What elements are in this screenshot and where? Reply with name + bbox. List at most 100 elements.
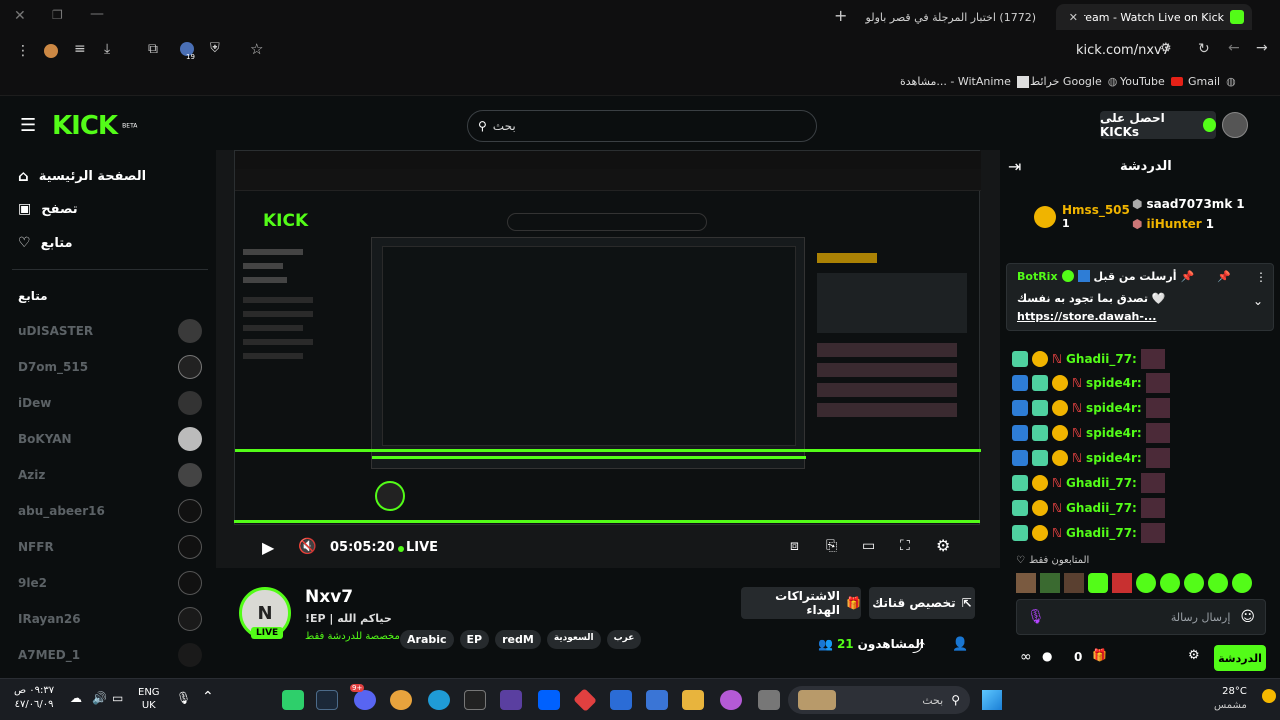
mute-icon[interactable]: 🔇 [298,537,317,555]
microphone-icon[interactable]: 🎙 [176,691,191,705]
nav-home[interactable]: ⌂ الصفحة الرئيسية [18,167,168,185]
nav-following[interactable]: ♡ متابع [18,235,168,251]
weather-widget[interactable]: 28°C مشمس [1214,685,1247,713]
steam-icon[interactable] [316,690,338,710]
file-explorer-icon[interactable] [682,690,704,710]
dropbox-icon[interactable] [538,690,560,710]
close-window-icon[interactable]: ✕ [14,8,26,24]
menu-dots-icon[interactable]: ⋮ [16,43,30,59]
emote[interactable] [1088,573,1108,593]
chat-settings-icon[interactable]: ⚙ [1188,648,1200,663]
following-item[interactable]: iDew [18,391,202,415]
new-tab-icon[interactable]: + [834,6,847,25]
tab-youtube[interactable]: (1772) اختبار المرجلة في قصر باولو ✕ [862,4,1050,30]
fullscreen-icon[interactable]: ⛶ [900,538,910,554]
customize-channel-button[interactable]: ⇱ تخصيص قناتك [869,587,975,619]
play-icon[interactable]: ▶ [262,538,274,557]
emote[interactable] [1160,573,1180,593]
volume-icon[interactable]: 🔊 [92,691,107,705]
tag[interactable]: Arabic [400,630,454,649]
points-icon[interactable]: ● [1042,649,1052,663]
bookmark-witanime[interactable]: مشاهدة... - WitAnime [900,75,1029,88]
following-item[interactable]: BoKYAN [18,427,202,451]
emote[interactable] [1184,573,1204,593]
nav-browse[interactable]: ▣ تصفح [18,201,168,217]
theater-icon[interactable]: ▭ [862,538,875,554]
following-item[interactable]: IRayan26 [18,607,202,631]
battery-icon[interactable]: ▭ [112,691,123,705]
bookmark-youtube[interactable]: YouTube [1120,75,1183,88]
tag[interactable]: السعودية [546,630,601,649]
restore-window-icon[interactable]: ❐ [52,8,63,22]
following-item[interactable]: A7MED_1 [18,643,202,667]
extensions-puzzle-icon[interactable]: ⧉ [148,41,158,57]
user-avatar[interactable] [1222,112,1248,138]
pinned-message[interactable]: ⋮ 📌 📌 أرسلت من قبل BotRix تصدق بما تجود … [1006,263,1274,331]
following-item[interactable]: uDISASTER [18,319,202,343]
collapse-chat-icon[interactable]: ⇥ [1008,157,1021,176]
following-item[interactable]: NFFR [18,535,202,559]
language-indicator[interactable]: ENG UK [138,686,160,712]
player-progress-bar[interactable] [234,520,980,523]
gift-subs-button[interactable]: 🎁 الاشتراكات الهداء [741,587,861,619]
channel-name[interactable]: Nxv7 [305,587,353,607]
microphone-icon[interactable]: 🎙 [1027,609,1045,625]
playlist-icon[interactable]: ≡ [74,41,86,57]
minimize-window-icon[interactable]: — [90,6,104,22]
chat-input[interactable]: 🎙 إرسال رسالة ☺ [1016,599,1266,635]
download-icon[interactable]: ⤓ [104,41,110,57]
shield-icon[interactable]: ⛨ [210,41,220,56]
chevron-down-icon[interactable]: ⌄ [1253,294,1263,308]
following-item[interactable]: abu_abeer16 [18,499,202,523]
emoji-icon[interactable]: ☺ [1240,609,1255,625]
back-icon[interactable]: → [1256,40,1268,56]
clip-icon[interactable]: ⎘ [826,538,837,554]
copilot-icon[interactable] [720,690,742,710]
extension-icon[interactable] [44,44,58,58]
get-kicks-button[interactable]: احصل على KICKs [1100,111,1216,139]
search-box[interactable]: ⚲ بحث [467,110,817,142]
tag[interactable]: redM [495,630,541,649]
store-icon[interactable] [646,690,668,710]
emote[interactable] [1232,573,1252,593]
chevron-up-icon[interactable]: ⌃ [202,689,214,705]
site-settings-icon[interactable]: ⚙ [1160,41,1172,56]
clock[interactable]: ٠٩:٣٧ ص ٤٧/٠٦/٠٩ [14,684,54,712]
address-bar[interactable]: kick.com/nxv7 [1076,43,1170,58]
epic-games-icon[interactable] [464,690,486,710]
hamburger-menu-icon[interactable]: ☰ [20,115,36,136]
bookmark-maps[interactable]: خرائط Google ◍ [1030,75,1117,88]
tag[interactable]: EP [459,630,490,649]
emote[interactable] [1112,573,1132,593]
tab-close-icon[interactable]: ✕ [1069,11,1078,24]
forward-icon[interactable]: ← [1228,40,1240,56]
edge-icon[interactable] [428,690,450,710]
tab-kick[interactable]: Nxv7 Stream - Watch Live on Kick ✕ [1056,4,1252,30]
windows-start-icon[interactable] [982,690,1002,710]
kick-logo[interactable]: KICK BETA [52,111,137,141]
mail-icon[interactable] [610,690,632,710]
emote[interactable] [1064,573,1084,593]
pinned-link[interactable]: https://store.dawah-... [1017,310,1156,323]
bookmark-gmail[interactable]: Gmail ◍ [1188,75,1236,88]
emote[interactable] [1016,573,1036,593]
pip-icon[interactable]: ⧈ [790,538,799,554]
app-terminal-icon[interactable] [282,690,304,710]
more-options-icon[interactable]: ⋮ [1255,270,1267,284]
pin-icon[interactable]: 📌 [1217,270,1231,283]
following-item[interactable]: Aziz [18,463,202,487]
gift-icon[interactable]: 🎁 [1092,648,1107,662]
settings-gear-icon[interactable]: ⚙ [936,536,950,555]
emote[interactable] [1208,573,1228,593]
video-player[interactable]: KICK ▶ 🔇 05:05:20 LIVE ⧈ ⎘ ▭ ⛶ ⚙ [216,150,1000,568]
chrome-icon[interactable] [390,690,412,710]
app-gray-icon[interactable] [758,690,780,710]
wifi-icon[interactable]: ☁ [70,691,82,705]
app-red-icon[interactable] [573,688,597,712]
following-item[interactable]: 9le2 [18,571,202,595]
tag[interactable]: عرب [606,630,642,649]
following-item[interactable]: D7om_515 [18,355,202,379]
emote[interactable] [1136,573,1156,593]
app-icon[interactable] [500,690,522,710]
taskbar-search[interactable]: بحث ⚲ [788,686,970,714]
